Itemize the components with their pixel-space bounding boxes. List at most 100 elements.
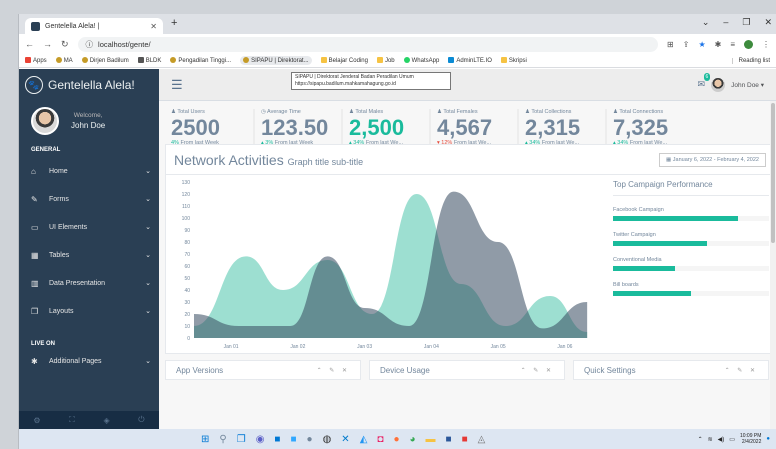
task-view-icon[interactable]: ❐ <box>237 434 246 445</box>
app-icon[interactable]: ◍ <box>323 434 332 445</box>
favicon-icon <box>31 21 40 31</box>
sidebar-footer: ⚙ ⛶ ◈ ⏻ <box>19 411 159 429</box>
windows-start-icon[interactable]: ⊞ <box>201 434 209 445</box>
sidebar-item-home[interactable]: ⌂ Home ⌄ <box>19 157 159 185</box>
paw-icon: 🐾 <box>25 76 43 94</box>
panel-controls[interactable]: ⌃ ✎ ✕ <box>317 367 350 374</box>
bookmark-apps[interactable]: Apps <box>25 57 47 64</box>
reading-list-icon[interactable]: ≡ <box>730 40 735 49</box>
menu-icon[interactable]: ⋮ <box>762 40 770 49</box>
y-tick-label: 90 <box>184 228 190 234</box>
sidebar-item-forms[interactable]: ✎ Forms ⌄ <box>19 185 159 213</box>
app-icon[interactable]: ◘ <box>377 434 383 445</box>
bookmark-pengadilan[interactable]: Pengadilan Tinggi... <box>170 57 231 64</box>
bookmark-tooltip: SIPAPU | Direktorat Jenderal Badan Perad… <box>291 72 451 90</box>
sidebar-item-additional-pages[interactable]: ✱ Additional Pages ⌄ <box>19 347 159 375</box>
lock-icon[interactable]: ◈ <box>103 416 109 425</box>
edit-icon: ✎ <box>31 194 38 204</box>
tile-count: 4,567 <box>437 115 493 140</box>
nav-icon[interactable]: ◭ <box>360 434 368 445</box>
power-icon[interactable]: ⏻ <box>138 415 144 425</box>
chrome-icon[interactable]: ◕ <box>409 434 415 445</box>
store-icon[interactable]: ■ <box>274 434 280 445</box>
volume-icon[interactable]: ◀) <box>718 436 725 443</box>
pdf-icon[interactable]: ■ <box>462 434 468 445</box>
profile-name: John Doe <box>71 121 106 130</box>
y-tick-label: 0 <box>187 336 190 342</box>
user-menu[interactable]: John Doe ▾ <box>731 81 764 89</box>
vscode-icon[interactable]: ✕ <box>341 434 349 445</box>
bookmark-job[interactable]: Job <box>376 57 395 64</box>
date-range-picker[interactable]: ▦ January 6, 2022 - February 4, 2022 <box>659 152 766 167</box>
bookmark-whatsapp[interactable]: WhatsApp <box>403 57 439 64</box>
bookmark-dirjen[interactable]: Dirjen Badilum <box>81 57 129 64</box>
info-icon: ⓘ <box>85 39 94 49</box>
bookmarks-bar: Apps MA Dirjen Badilum BLDK Pengadilan T… <box>19 54 776 68</box>
new-tab-icon[interactable]: + <box>171 17 177 29</box>
x-tick-label: Jan 02 <box>290 344 305 350</box>
brand[interactable]: 🐾 Gentelella Alela! <box>19 69 159 101</box>
minimize-icon[interactable]: – <box>723 17 728 28</box>
app-area: 🐾 Gentelella Alela! Welcome, John Doe GE… <box>19 69 776 429</box>
close-window-icon[interactable]: ✕ <box>764 17 772 28</box>
bookmark-sipapu[interactable]: SIPAPU | Direktorat... <box>240 56 312 65</box>
bookmark-adminlte[interactable]: AdminLTE.IO <box>448 57 492 64</box>
section-live-on: LIVE ON <box>31 341 56 347</box>
wifi-icon[interactable]: ≋ <box>708 436 713 443</box>
main-content: ☰ SIPAPU | Direktorat Jenderal Badan Per… <box>159 69 776 429</box>
bookmark-icon <box>243 57 250 63</box>
app-icon[interactable]: ◬ <box>478 434 486 445</box>
word-icon[interactable]: ■ <box>446 434 452 445</box>
panel-subtitle: Graph title sub-title <box>287 156 364 167</box>
apps-grid-icon <box>25 57 31 63</box>
profile-icon[interactable] <box>744 39 753 49</box>
notification-icon[interactable]: ● <box>766 436 770 442</box>
chat-icon[interactable]: ◉ <box>256 434 265 445</box>
menu-toggle-icon[interactable]: ☰ <box>171 77 183 93</box>
search-icon[interactable]: ⚲ <box>219 434 226 445</box>
settings-icon[interactable]: ⚙ <box>33 416 40 425</box>
url-input[interactable]: ⓘ localhost/gente/ <box>77 36 659 52</box>
user-avatar[interactable] <box>711 77 726 92</box>
github-icon[interactable]: ● <box>307 434 313 445</box>
sidebar-item-ui-elements[interactable]: ▭ UI Elements ⌄ <box>19 213 159 241</box>
scrollbar[interactable] <box>770 101 776 429</box>
sidebar-item-data-presentation[interactable]: ▥ Data Presentation ⌄ <box>19 269 159 297</box>
reading-list-button[interactable]: Reading list <box>731 57 770 64</box>
bookmark-ma[interactable]: MA <box>55 57 73 64</box>
firefox-icon[interactable]: ● <box>393 434 399 445</box>
chevron-up-icon[interactable]: ⌃ <box>698 436 703 443</box>
sidebar-item-layouts[interactable]: ❐ Layouts ⌄ <box>19 297 159 325</box>
star-icon[interactable]: ★ <box>698 40 705 49</box>
bookmark-skripsi[interactable]: Skripsi <box>500 57 527 64</box>
campaign-item: Bill boards <box>613 282 769 296</box>
reload-icon[interactable]: ↻ <box>61 39 69 50</box>
chevron-down-icon[interactable]: ⌄ <box>702 17 710 28</box>
share-icon[interactable]: ⇪ <box>683 40 690 49</box>
y-tick-label: 50 <box>184 276 190 282</box>
y-tick-label: 30 <box>184 300 190 306</box>
quick-settings-panel: Quick Settings ⌃ ✎ ✕ <box>573 360 769 380</box>
panel-controls[interactable]: ⌃ ✎ ✕ <box>725 367 758 374</box>
extensions-icon[interactable]: ✱ <box>715 40 722 49</box>
battery-icon[interactable]: ▭ <box>729 436 735 443</box>
campaign-item: Facebook Campaign <box>613 207 769 221</box>
maximize-icon[interactable]: ❐ <box>742 17 750 28</box>
mail-icon[interactable]: ✉ 6 <box>698 73 711 90</box>
close-tab-icon[interactable]: ✕ <box>150 22 157 31</box>
photoshop-icon[interactable]: ■ <box>290 434 296 445</box>
browser-tab[interactable]: Gentelella Alela! | ✕ <box>25 18 163 34</box>
sidebar-item-tables[interactable]: ▦ Tables ⌄ <box>19 241 159 269</box>
bookmark-belajar[interactable]: Belajar Coding <box>320 57 368 64</box>
clock[interactable]: 10:09 PM 2/4/2022 <box>740 433 761 445</box>
chevron-down-icon: ⌄ <box>145 252 151 259</box>
forward-icon[interactable]: → <box>43 39 52 49</box>
bookmark-bldk[interactable]: BLDK <box>137 57 161 64</box>
back-icon[interactable]: ← <box>25 39 34 49</box>
bookmark-icon <box>137 57 144 63</box>
translate-icon[interactable]: ⊞ <box>667 40 674 49</box>
fullscreen-icon[interactable]: ⛶ <box>69 415 75 425</box>
x-tick-label: Jan 06 <box>557 344 572 350</box>
panel-controls[interactable]: ⌃ ✎ ✕ <box>521 367 554 374</box>
file-explorer-icon[interactable]: ▬ <box>426 434 436 445</box>
